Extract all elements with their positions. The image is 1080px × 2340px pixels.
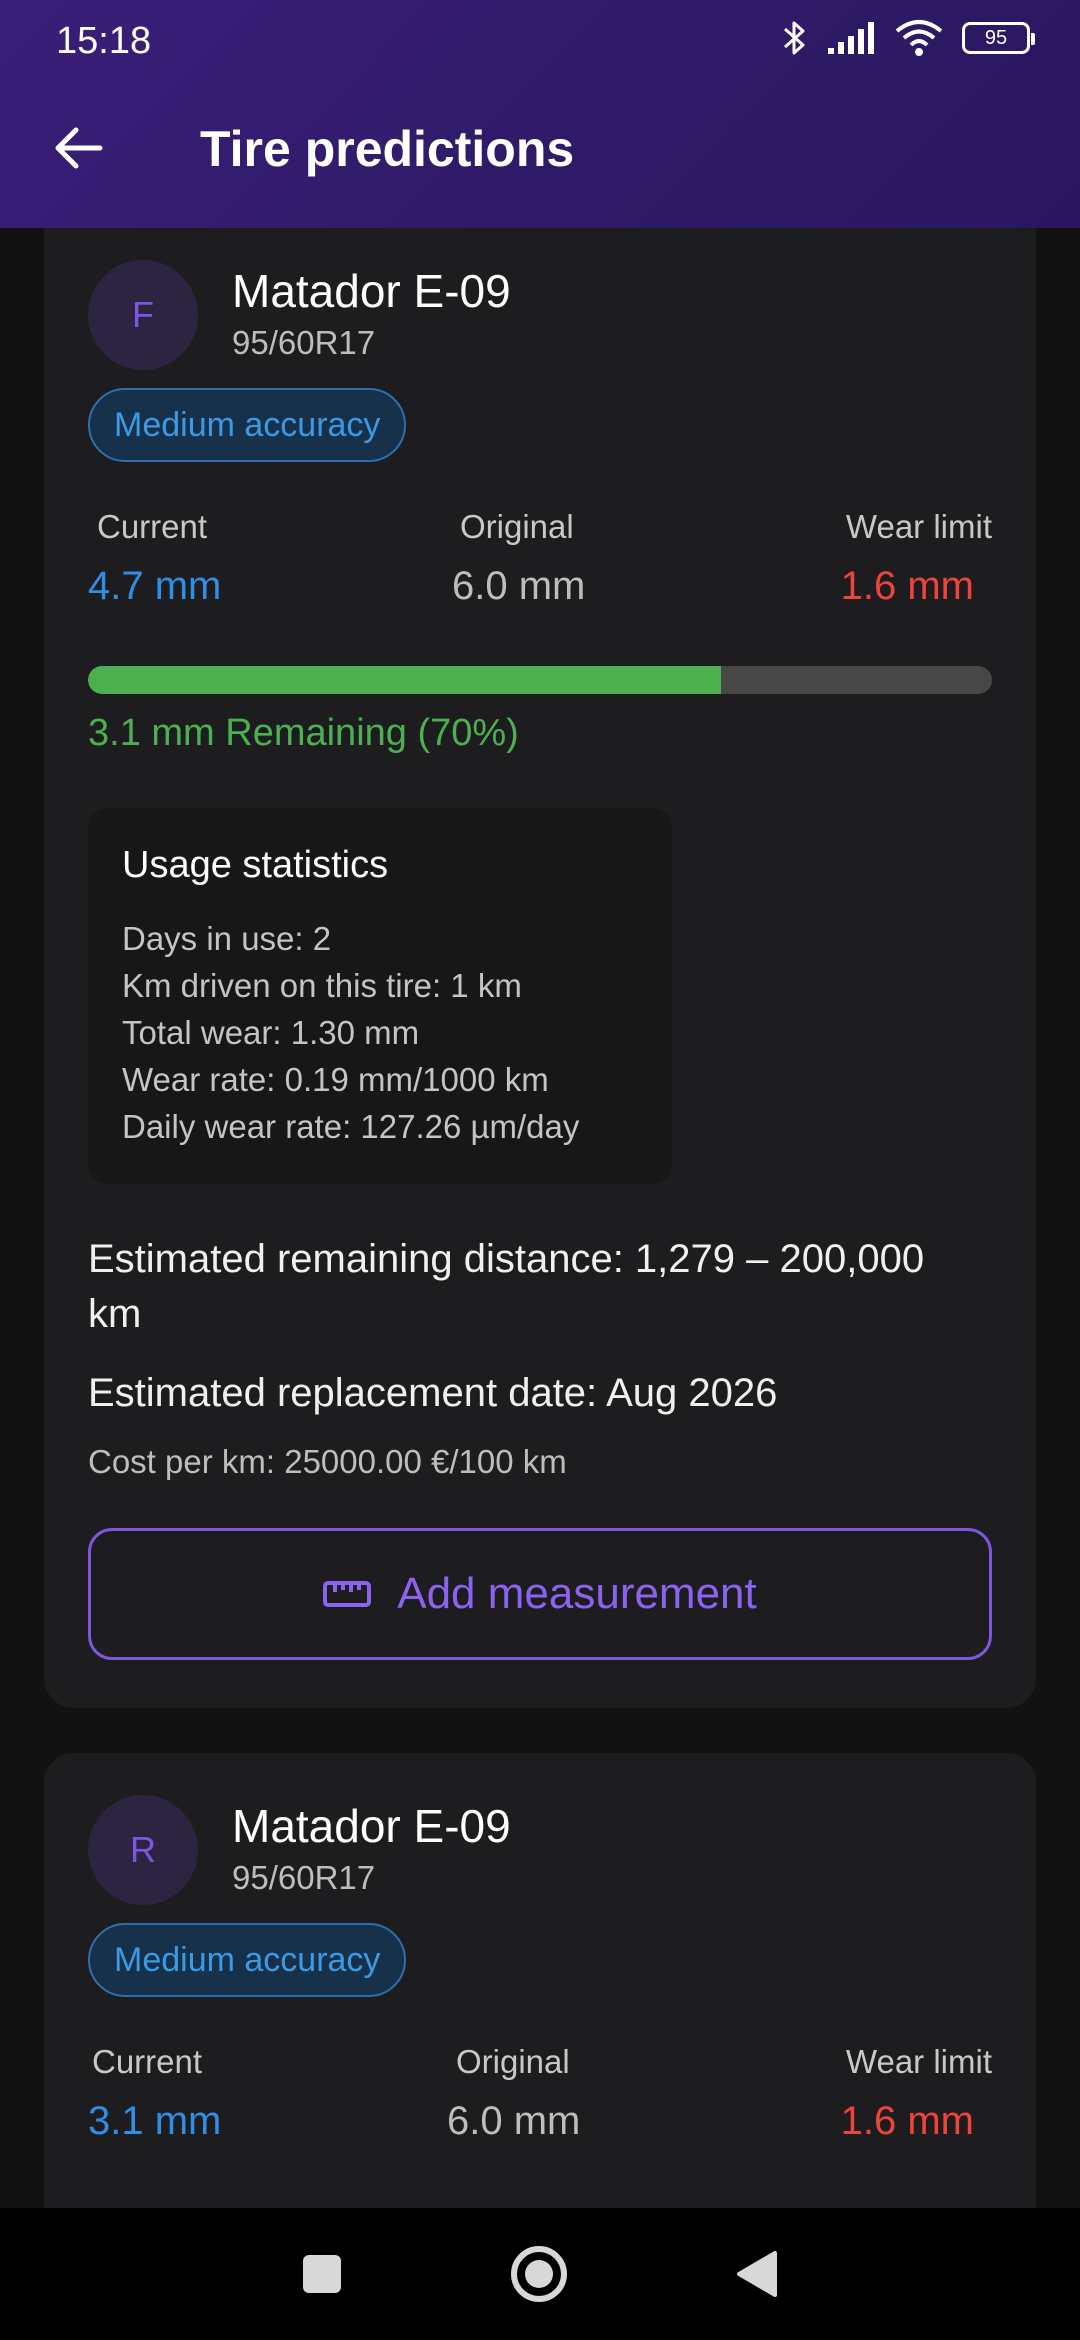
tread-progress-fill: [88, 666, 721, 694]
tire-size: 95/60R17: [232, 1859, 376, 1896]
accuracy-badge: Medium accuracy: [88, 388, 407, 462]
usage-km: Km driven on this tire: 1 km: [122, 967, 522, 1004]
wear-limit-label: Wear limit: [845, 2043, 992, 2080]
battery-indicator: 95: [962, 22, 1035, 54]
current-label: Current: [97, 508, 208, 545]
bluetooth-icon: [784, 21, 805, 55]
wear-limit-depth: 1.6 mm: [840, 564, 974, 608]
wifi-icon: [895, 20, 943, 56]
tire-size: 95/60R17: [232, 324, 376, 361]
back-button[interactable]: [48, 118, 108, 178]
wear-limit-label: Wear limit: [845, 508, 992, 545]
tire-name: Matador E-09: [232, 1800, 511, 1852]
estimated-distance: Estimated remaining distance: 1,279 – 20…: [88, 1237, 925, 1336]
remaining-text: 3.1 mm Remaining (70%): [88, 712, 519, 754]
current-label: Current: [92, 2043, 203, 2080]
original-label: Original: [456, 2043, 570, 2080]
estimated-date: Estimated replacement date: Aug 2026: [88, 1371, 778, 1415]
tire-position-avatar: F: [88, 260, 198, 370]
usage-days: Days in use: 2: [122, 920, 332, 957]
tread-progress-bar: [88, 666, 992, 694]
add-measurement-label: Add measurement: [397, 1569, 757, 1618]
usage-statistics-panel: Usage statistics Days in use: 2 Km drive…: [88, 808, 672, 1184]
usage-total-wear: Total wear: 1.30 mm: [122, 1014, 420, 1051]
app-bar: 15:18 95 Tire predictions: [0, 0, 1080, 228]
status-time: 15:18: [56, 20, 152, 62]
triangle-back-icon[interactable]: [735, 2249, 779, 2299]
square-icon[interactable]: [301, 2253, 343, 2295]
add-measurement-button[interactable]: Add measurement: [88, 1528, 992, 1660]
tire-position-avatar: R: [88, 1795, 198, 1905]
page-title: Tire predictions: [200, 121, 575, 177]
signal-icon: [828, 22, 874, 54]
original-label: Original: [460, 508, 574, 545]
usage-wear-rate: Wear rate: 0.19 mm/1000 km: [122, 1061, 549, 1098]
predictions-list[interactable]: F Matador E-09 95/60R17 Medium accuracy …: [0, 228, 1080, 2208]
wear-limit-depth: 1.6 mm: [840, 2099, 974, 2143]
system-nav-bar: [0, 2208, 1080, 2340]
tire-card: F Matador E-09 95/60R17 Medium accuracy …: [44, 228, 1036, 1708]
avatar-letter: R: [130, 1829, 156, 1870]
status-icons: 95: [782, 18, 1035, 58]
cost-per-km: Cost per km: 25000.00 €/100 km: [88, 1443, 567, 1480]
usage-title: Usage statistics: [122, 844, 389, 886]
avatar-letter: F: [132, 294, 154, 335]
battery-level: 95: [984, 26, 1008, 49]
arrow-left-icon: [55, 127, 103, 169]
tire-name: Matador E-09: [232, 265, 511, 317]
current-depth: 3.1 mm: [88, 2099, 222, 2143]
circle-icon[interactable]: [509, 2244, 569, 2304]
accuracy-badge: Medium accuracy: [88, 1923, 407, 1997]
current-depth: 4.7 mm: [88, 564, 222, 608]
ruler-icon: [323, 1581, 372, 1607]
tire-card: R Matador E-09 95/60R17 Medium accuracy …: [44, 1753, 1036, 2208]
original-depth: 6.0 mm: [452, 564, 586, 608]
original-depth: 6.0 mm: [447, 2099, 581, 2143]
status-bar: 15:18 95: [0, 0, 1080, 90]
usage-daily-wear: Daily wear rate: 127.26 µm/day: [122, 1108, 580, 1145]
